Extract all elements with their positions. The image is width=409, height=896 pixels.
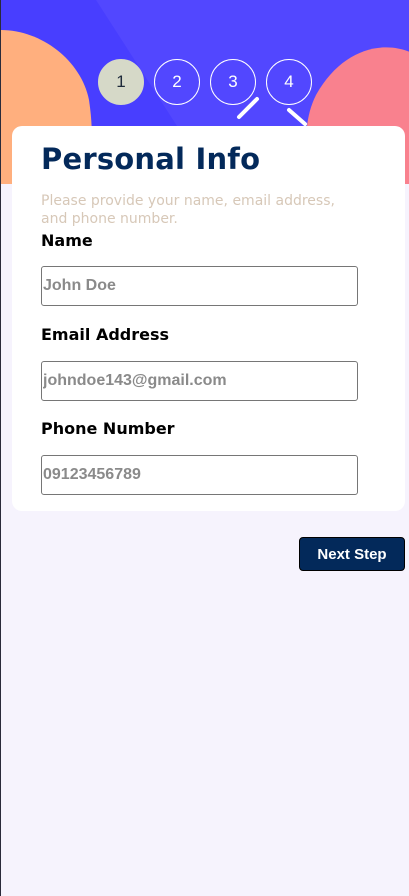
email-input[interactable] bbox=[41, 361, 358, 401]
personal-info-card: Personal Info Please provide your name, … bbox=[12, 126, 405, 511]
step-2-button[interactable]: 2 bbox=[154, 59, 200, 105]
phone-label: Phone Number bbox=[41, 419, 175, 438]
step-3-button[interactable]: 3 bbox=[210, 59, 256, 105]
next-step-button[interactable]: Next Step bbox=[299, 537, 405, 571]
step-1-button[interactable]: 1 bbox=[98, 59, 144, 105]
page-title: Personal Info bbox=[41, 142, 261, 176]
page-subtitle: Please provide your name, email address,… bbox=[41, 193, 335, 227]
step-4-button[interactable]: 4 bbox=[266, 59, 312, 105]
step-indicator: 1 2 3 4 bbox=[98, 59, 312, 105]
email-label: Email Address bbox=[41, 325, 170, 344]
name-input[interactable] bbox=[41, 266, 358, 306]
name-label: Name bbox=[41, 231, 93, 250]
phone-input[interactable] bbox=[41, 455, 358, 495]
